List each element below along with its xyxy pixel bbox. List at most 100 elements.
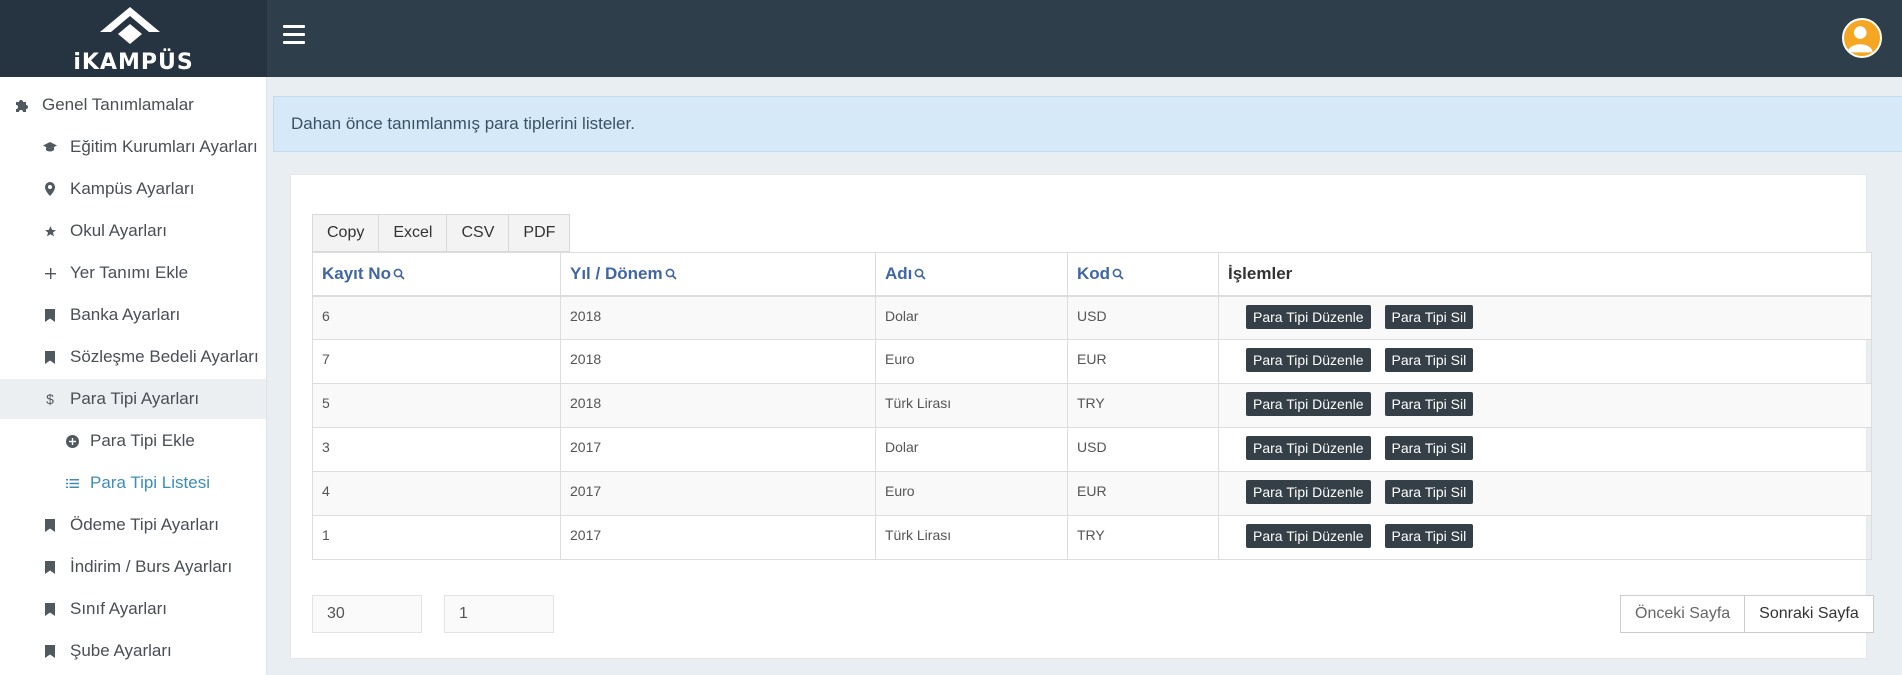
table-row: 5 2018 Türk Lirası TRY Para Tipi Düzenle… [312,383,1872,428]
sidebar-item-indirim-burs[interactable]: İndirim / Burs Ayarları [0,547,266,587]
bookmark-icon [42,559,58,575]
sidebar-item-yer-tanimi[interactable]: Yer Tanımı Ekle [0,253,266,293]
edit-currency-button[interactable]: Para Tipi Düzenle [1246,392,1371,416]
sidebar-item-sube[interactable]: Şube Ayarları [0,631,266,671]
cell-actions: Para Tipi Düzenle Para Tipi Sil [1218,339,1872,384]
cell-actions: Para Tipi Düzenle Para Tipi Sil [1218,383,1872,428]
sidebar-item-label: Banka Ayarları [70,305,181,324]
cell-adi: Dolar [875,427,1068,472]
sidebar-item-label: Ödeme Tipi Ayarları [70,515,219,534]
list-icon [64,475,80,491]
cell-kod: EUR [1067,471,1219,516]
table-row: 4 2017 Euro EUR Para Tipi Düzenle Para Ti… [312,471,1872,516]
delete-currency-button[interactable]: Para Tipi Sil [1384,480,1474,504]
bookmark-icon [42,601,58,617]
edit-currency-button[interactable]: Para Tipi Düzenle [1246,348,1371,372]
delete-currency-button[interactable]: Para Tipi Sil [1384,436,1474,460]
sidebar-item-label: Para Tipi Ayarları [70,389,200,408]
logo-roof-icon [100,7,160,44]
bookmark-icon [42,349,58,365]
copy-button[interactable]: Copy [312,214,380,252]
sidebar-item-odeme-tipi[interactable]: Ödeme Tipi Ayarları [0,505,266,545]
column-header-islemler: İşlemler [1218,252,1872,297]
page-number-input[interactable]: 1 [444,595,554,633]
export-button-group: Copy Excel CSV PDF [312,214,571,252]
sidebar-item-sozlesme-bedeli[interactable]: Sözleşme Bedeli Ayarları [0,337,266,377]
table-header-row: Kayıt No Yıl / Dönem Adı Kod İşlemler [312,252,1872,297]
dollar-icon: $ [46,391,54,407]
delete-currency-button[interactable]: Para Tipi Sil [1384,304,1474,329]
column-header-label: Yıl / Dönem [570,263,663,283]
sidebar-item-genel-tanimlamalar[interactable]: Genel Tanımlamalar [0,85,266,125]
next-page-button[interactable]: Sonraki Sayfa [1745,595,1874,633]
sidebar-item-sinif[interactable]: Sınıf Ayarları [0,589,266,629]
edit-currency-button[interactable]: Para Tipi Düzenle [1246,436,1371,460]
cell-yil-donem: 2018 [560,339,876,384]
column-header-yil-donem[interactable]: Yıl / Dönem [560,252,876,297]
sidebar-item-label: Para Tipi Listesi [90,473,210,492]
cell-yil-donem: 2017 [560,471,876,516]
table-row: 1 2017 Türk Lirası TRY Para Tipi Düzenle… [312,515,1872,560]
menu-toggle-icon[interactable] [283,25,305,49]
sidebar-item-para-tipi[interactable]: $ Para Tipi Ayarları [0,379,266,419]
delete-currency-button[interactable]: Para Tipi Sil [1384,524,1474,548]
column-header-adi[interactable]: Adı [875,252,1068,297]
cell-kayit-no: 6 [312,295,561,340]
delete-currency-button[interactable]: Para Tipi Sil [1384,348,1474,372]
cell-kod: USD [1067,427,1219,472]
csv-button[interactable]: CSV [446,214,510,252]
cell-adi: Euro [875,339,1068,384]
sidebar-item-kampus[interactable]: Kampüs Ayarları [0,169,266,209]
edit-currency-button[interactable]: Para Tipi Düzenle [1246,304,1371,329]
table-row: 6 2018 Dolar USD Para Tipi Düzenle Para T… [312,295,1872,340]
sidebar-item-para-tipi-listesi[interactable]: Para Tipi Listesi [0,463,266,503]
search-icon [393,268,405,280]
search-icon [914,268,927,280]
plus-circle-icon [64,433,80,449]
column-header-label: Kayıt No [322,263,391,283]
sidebar-item-label: Kampüs Ayarları [70,179,195,198]
page-size-input[interactable]: 30 [312,595,422,633]
cell-kod: EUR [1067,339,1219,384]
cell-actions: Para Tipi Düzenle Para Tipi Sil [1218,515,1872,560]
sidebar-item-label: Yer Tanımı Ekle [70,263,189,282]
user-avatar[interactable] [1842,18,1882,58]
edit-currency-button[interactable]: Para Tipi Düzenle [1246,480,1371,504]
cell-yil-donem: 2017 [560,515,876,560]
cell-kayit-no: 3 [312,427,561,472]
sidebar-item-label: Sınıf Ayarları [70,599,168,618]
cell-yil-donem: 2018 [560,295,876,340]
cell-kayit-no: 4 [312,471,561,516]
cell-yil-donem: 2018 [560,383,876,428]
search-icon [665,268,677,280]
sidebar-item-okul[interactable]: Okul Ayarları [0,211,266,251]
pdf-button[interactable]: PDF [508,214,571,252]
column-header-kod[interactable]: Kod [1067,252,1219,297]
cell-kod: USD [1067,295,1219,340]
cell-adi: Euro [875,471,1068,516]
edit-currency-button[interactable]: Para Tipi Düzenle [1246,524,1371,548]
cell-adi: Türk Lirası [875,383,1068,428]
cell-adi: Türk Lirası [875,515,1068,560]
excel-button[interactable]: Excel [378,214,448,252]
sidebar-item-banka[interactable]: Banka Ayarları [0,295,266,335]
sidebar-item-label: Para Tipi Ekle [90,431,195,450]
table-row: 3 2017 Dolar USD Para Tipi Düzenle Para T… [312,427,1872,472]
previous-page-button[interactable]: Önceki Sayfa [1620,595,1746,633]
cell-adi: Dolar [875,295,1068,340]
column-header-kayit-no[interactable]: Kayıt No [312,252,561,297]
cell-kod: TRY [1067,515,1219,560]
bookmark-icon [42,307,58,323]
sidebar-item-label: Okul Ayarları [70,221,168,240]
delete-currency-button[interactable]: Para Tipi Sil [1384,392,1474,416]
sidebar-item-label: İndirim / Burs Ayarları [70,557,233,576]
sidebar: Genel Tanımlamalar Eğitim Kurumları Ayar… [0,77,267,675]
graduation-cap-icon [42,139,58,155]
cell-yil-donem: 2017 [560,427,876,472]
sidebar-item-para-tipi-ekle[interactable]: Para Tipi Ekle [0,421,266,461]
pager: Önceki Sayfa Sonraki Sayfa [1620,595,1874,633]
logo[interactable]: iKAMPÜS [0,0,267,77]
cell-actions: Para Tipi Düzenle Para Tipi Sil [1218,427,1872,472]
sidebar-item-egitim-kurumlari[interactable]: Eğitim Kurumları Ayarları [0,127,266,167]
sidebar-item-label: Şube Ayarları [70,641,172,660]
